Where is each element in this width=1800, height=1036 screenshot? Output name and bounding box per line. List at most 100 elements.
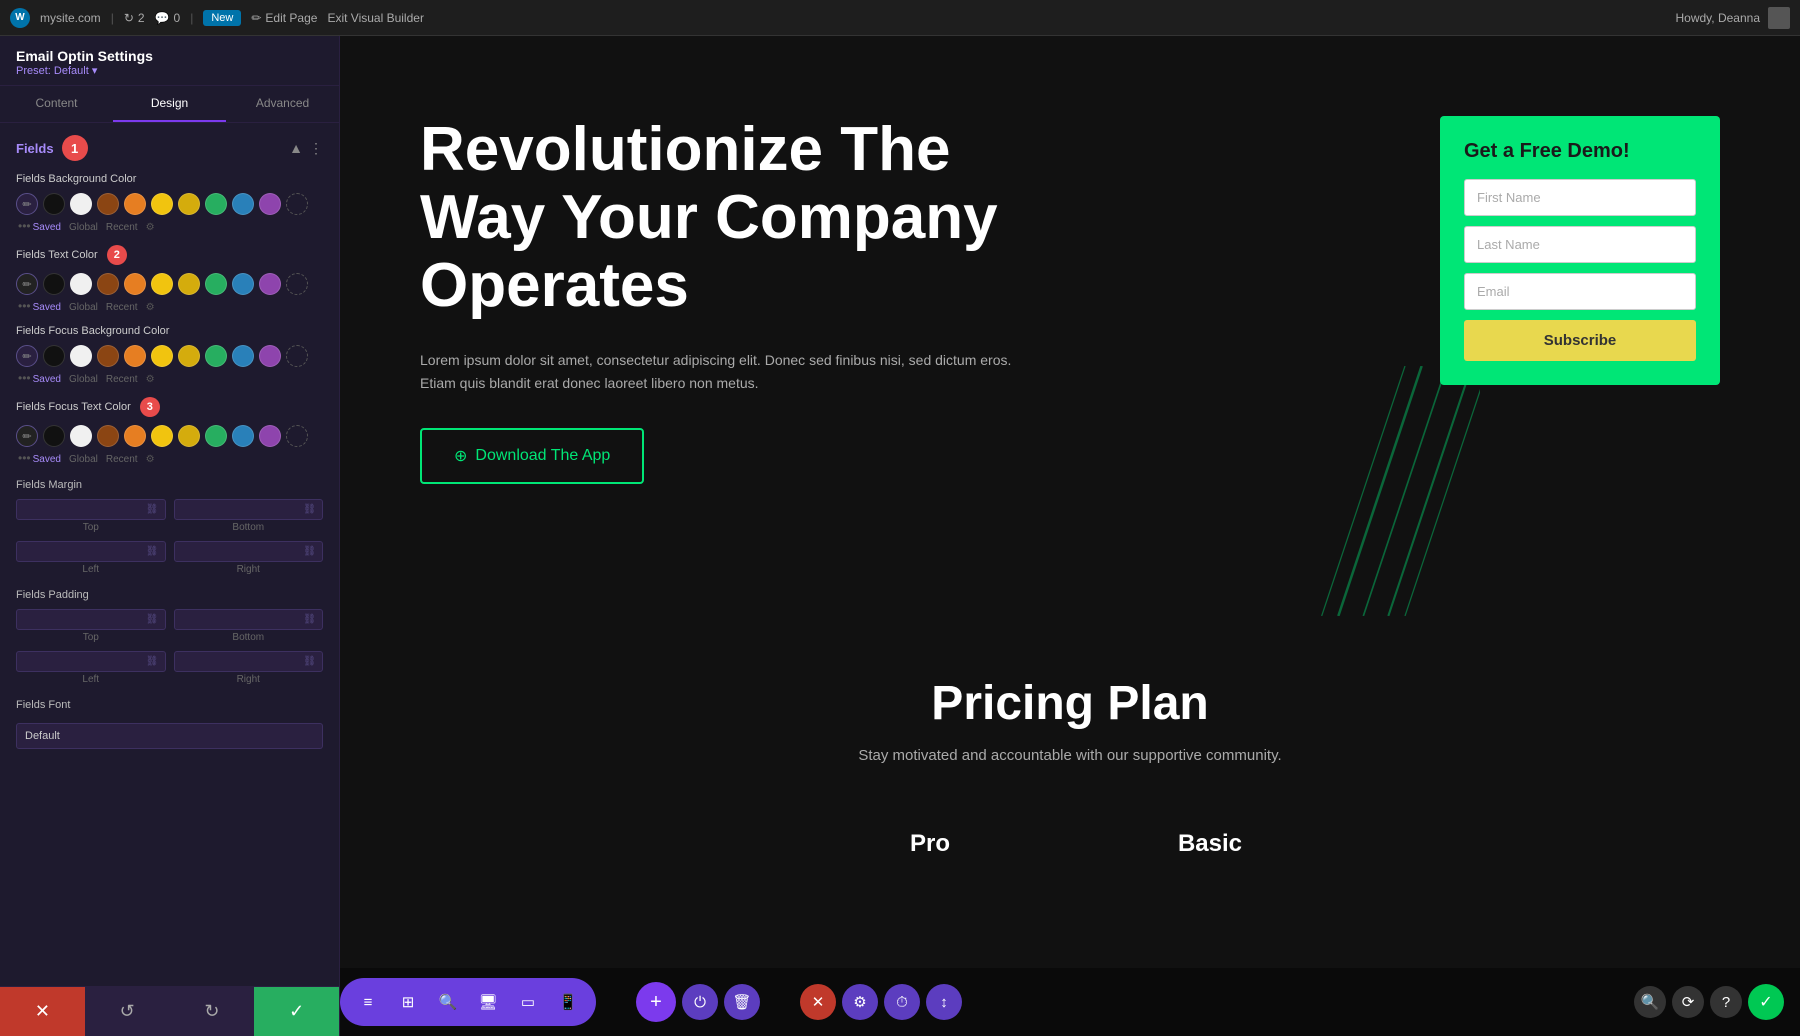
swatch-eraser-2[interactable] [286, 273, 308, 295]
padding-bottom-input[interactable]: ⛓ [174, 609, 324, 630]
swatch-green-1[interactable] [205, 193, 227, 215]
swatch-green-3[interactable] [205, 345, 227, 367]
saved-2[interactable]: Saved [33, 302, 61, 313]
exit-builder-link[interactable]: Exit Visual Builder [327, 11, 424, 25]
margin-right-input[interactable]: ⛓ [174, 541, 324, 562]
settings-3[interactable]: ⚙ [146, 374, 155, 385]
toolbar-help-btn[interactable]: ? [1710, 986, 1742, 1018]
comments-link[interactable]: 💬 0 [155, 11, 181, 25]
redo-button[interactable]: ↻ [170, 987, 255, 1036]
ellipsis-3[interactable]: ••• [18, 371, 31, 385]
swatch-yellow-1[interactable] [151, 193, 173, 215]
swatch-brown-4[interactable] [97, 425, 119, 447]
toolbar-close-btn[interactable]: ✕ [800, 984, 836, 1020]
swatch-black-3[interactable] [43, 345, 65, 367]
save-button[interactable]: ✓ [254, 987, 339, 1036]
swatch-white-2[interactable] [70, 273, 92, 295]
swatch-black-1[interactable] [43, 193, 65, 215]
swatch-purple-1[interactable] [259, 193, 281, 215]
cancel-button[interactable]: ✕ [0, 987, 85, 1036]
swatch-brown-1[interactable] [97, 193, 119, 215]
tab-advanced[interactable]: Advanced [226, 86, 339, 122]
saved-1[interactable]: Saved [33, 222, 61, 233]
site-name-link[interactable]: mysite.com [40, 11, 101, 25]
toolbar-menu-btn[interactable]: ≡ [350, 984, 386, 1020]
toolbar-trash-btn[interactable]: 🗑 [724, 984, 760, 1020]
tab-design[interactable]: Design [113, 86, 226, 122]
swatch-orange-2[interactable] [124, 273, 146, 295]
swatch-purple-4[interactable] [259, 425, 281, 447]
swatch-purple-2[interactable] [259, 273, 281, 295]
swatch-eraser-3[interactable] [286, 345, 308, 367]
swatch-orange-1[interactable] [124, 193, 146, 215]
toolbar-mobile-btn[interactable]: 📱 [550, 984, 586, 1020]
toolbar-search-btn[interactable]: 🔍 [430, 984, 466, 1020]
swatch-black-2[interactable] [43, 273, 65, 295]
subscribe-button[interactable]: Subscribe [1464, 320, 1696, 361]
swatch-white-3[interactable] [70, 345, 92, 367]
padding-top-input[interactable]: ⛓ [16, 609, 166, 630]
swatch-green-4[interactable] [205, 425, 227, 447]
wordpress-icon[interactable]: W [10, 8, 30, 28]
swatch-orange-3[interactable] [124, 345, 146, 367]
toolbar-grid-btn[interactable]: ⊞ [390, 984, 426, 1020]
recent-2[interactable]: Recent [106, 302, 138, 313]
color-picker-btn-1[interactable]: ✏ [16, 193, 38, 215]
swatch-orange-4[interactable] [124, 425, 146, 447]
more-options-button[interactable]: ⋮ [309, 140, 323, 157]
swatch-yellow-4[interactable] [151, 425, 173, 447]
toolbar-history-btn[interactable]: ⏱ [884, 984, 920, 1020]
toolbar-power-btn[interactable]: ⏻ [682, 984, 718, 1020]
color-picker-btn-4[interactable]: ✏ [16, 425, 38, 447]
ellipsis-2[interactable]: ••• [18, 299, 31, 313]
updates-link[interactable]: ↻ 2 [124, 11, 145, 25]
margin-bottom-input[interactable]: ⛓ [174, 499, 324, 520]
swatch-yellow2-3[interactable] [178, 345, 200, 367]
swatch-eraser-4[interactable] [286, 425, 308, 447]
settings-2[interactable]: ⚙ [146, 302, 155, 313]
toolbar-tablet-btn[interactable]: ▭ [510, 984, 546, 1020]
saved-3[interactable]: Saved [33, 374, 61, 385]
padding-left-input[interactable]: ⛓ [16, 651, 166, 672]
panel-preset[interactable]: Preset: Default ▾ [16, 64, 323, 77]
recent-3[interactable]: Recent [106, 374, 138, 385]
toolbar-settings-btn[interactable]: ⚙ [842, 984, 878, 1020]
pricing-card-basic[interactable]: Basic [1070, 804, 1350, 884]
swatch-green-2[interactable] [205, 273, 227, 295]
swatch-purple-3[interactable] [259, 345, 281, 367]
toolbar-zoom-btn[interactable]: 🔍 [1634, 986, 1666, 1018]
margin-left-input[interactable]: ⛓ [16, 541, 166, 562]
swatch-white-4[interactable] [70, 425, 92, 447]
swatch-yellow-3[interactable] [151, 345, 173, 367]
padding-right-input[interactable]: ⛓ [174, 651, 324, 672]
toolbar-desktop-btn[interactable]: 🖥 [470, 984, 506, 1020]
collapse-button[interactable]: ▲ [289, 140, 303, 156]
fields-font-select[interactable]: Default [16, 723, 323, 749]
download-app-button[interactable]: ⊕ Download The App [420, 428, 644, 484]
swatch-yellow2-1[interactable] [178, 193, 200, 215]
toolbar-refresh-btn[interactable]: ⟳ [1672, 986, 1704, 1018]
first-name-input[interactable] [1464, 179, 1696, 216]
ellipsis-4[interactable]: ••• [18, 451, 31, 465]
swatch-white-1[interactable] [70, 193, 92, 215]
edit-page-link[interactable]: ✏ Edit Page [251, 11, 317, 25]
swatch-yellow2-4[interactable] [178, 425, 200, 447]
email-input[interactable] [1464, 273, 1696, 310]
saved-4[interactable]: Saved [33, 454, 61, 465]
global-3[interactable]: Global [69, 374, 98, 385]
swatch-brown-2[interactable] [97, 273, 119, 295]
undo-button[interactable]: ↺ [85, 987, 170, 1036]
swatch-blue-2[interactable] [232, 273, 254, 295]
margin-top-input[interactable]: ⛓ [16, 499, 166, 520]
swatch-blue-4[interactable] [232, 425, 254, 447]
toolbar-check-btn[interactable]: ✓ [1748, 984, 1784, 1020]
recent-1[interactable]: Recent [106, 222, 138, 233]
global-4[interactable]: Global [69, 454, 98, 465]
color-picker-btn-2[interactable]: ✏ [16, 273, 38, 295]
swatch-yellow-2[interactable] [151, 273, 173, 295]
swatch-yellow2-2[interactable] [178, 273, 200, 295]
pricing-card-pro[interactable]: Pro [790, 804, 1070, 884]
recent-4[interactable]: Recent [106, 454, 138, 465]
settings-1[interactable]: ⚙ [146, 222, 155, 233]
ellipsis-1[interactable]: ••• [18, 219, 31, 233]
